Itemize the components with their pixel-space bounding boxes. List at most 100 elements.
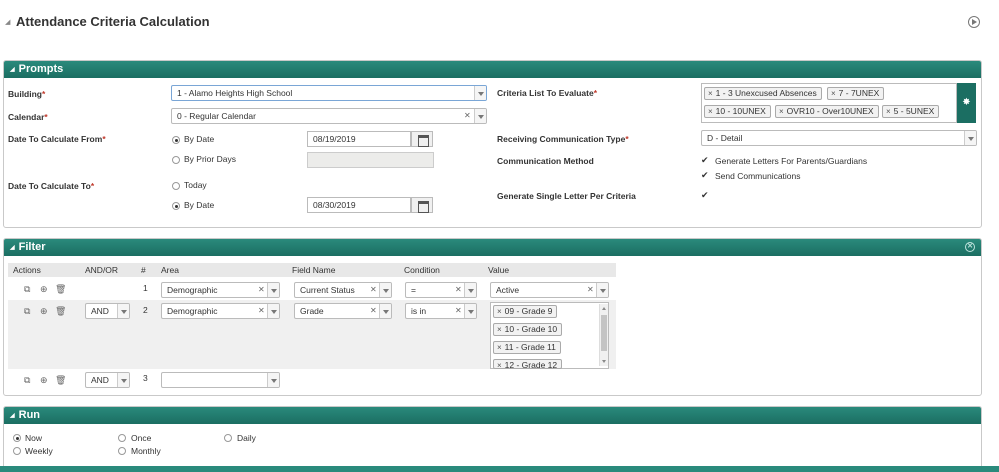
clear-icon[interactable]: ✕ xyxy=(370,283,377,297)
close-icon[interactable]: ✕ xyxy=(965,242,975,252)
field-select[interactable]: Grade ✕ xyxy=(294,303,392,319)
chevron-down-icon[interactable] xyxy=(117,304,129,318)
remove-tag-icon[interactable]: × xyxy=(886,107,891,116)
run-weekly-radio[interactable] xyxy=(13,447,21,455)
remove-tag-icon[interactable]: × xyxy=(497,361,502,368)
trash-icon[interactable]: 🗑 xyxy=(55,306,66,316)
run-daily-radio[interactable] xyxy=(224,434,232,442)
run-once-radio[interactable] xyxy=(118,434,126,442)
receiving-type-label-text: Receiving Communication Type xyxy=(497,134,626,144)
area-select[interactable] xyxy=(161,372,280,388)
receiving-type-label: Receiving Communication Type* xyxy=(497,134,629,144)
clear-icon[interactable]: ✕ xyxy=(455,304,462,318)
chevron-down-icon[interactable] xyxy=(379,283,391,297)
collapse-triangle-icon[interactable]: ◢ xyxy=(5,18,10,26)
area-select[interactable]: Demographic ✕ xyxy=(161,303,280,319)
date-to-today-label: Today xyxy=(184,180,207,190)
generate-letters-checkbox[interactable]: ✔ xyxy=(701,156,709,165)
clear-icon[interactable]: ✕ xyxy=(370,304,377,318)
building-select[interactable]: 1 - Alamo Heights High School xyxy=(171,85,487,101)
column-header-field: Field Name xyxy=(287,263,399,277)
run-header[interactable]: ◢ Run xyxy=(4,407,981,424)
chevron-down-icon[interactable] xyxy=(267,304,279,318)
chevron-down-icon[interactable] xyxy=(964,131,976,145)
date-to-input[interactable]: 08/30/2019 xyxy=(307,197,411,213)
value-tag: × 11 - Grade 11 xyxy=(493,341,561,354)
trash-icon[interactable]: 🗑 xyxy=(55,375,66,385)
andor-select[interactable]: AND xyxy=(85,303,130,319)
required-marker: * xyxy=(102,134,106,144)
prior-days-input[interactable] xyxy=(307,152,434,168)
condition-select[interactable]: = ✕ xyxy=(405,282,477,298)
date-to-by-date-radio[interactable] xyxy=(172,202,180,210)
clear-icon[interactable]: ✕ xyxy=(587,283,594,297)
area-select[interactable]: Demographic ✕ xyxy=(161,282,280,298)
date-to-label: Date To Calculate To* xyxy=(8,181,94,191)
clear-icon[interactable]: ✕ xyxy=(258,304,265,318)
remove-tag-icon[interactable]: × xyxy=(831,89,836,98)
chevron-down-icon[interactable] xyxy=(464,304,476,318)
date-from-input[interactable]: 08/19/2019 xyxy=(307,131,411,147)
scroll-down-icon[interactable] xyxy=(602,360,606,363)
clear-icon[interactable]: ✕ xyxy=(455,283,462,297)
date-from-by-date-radio[interactable] xyxy=(172,136,180,144)
copy-icon[interactable]: ⧉ xyxy=(24,306,30,316)
calendar-icon[interactable] xyxy=(411,131,433,147)
scrollbar-thumb[interactable] xyxy=(601,315,607,351)
chevron-down-icon[interactable] xyxy=(596,283,608,297)
run-monthly-radio[interactable] xyxy=(118,447,126,455)
date-to-today-radio[interactable] xyxy=(172,182,180,190)
trash-icon[interactable]: 🗑 xyxy=(55,284,66,294)
chevron-down-icon[interactable] xyxy=(267,373,279,387)
chevron-down-icon[interactable] xyxy=(474,86,486,100)
copy-icon[interactable]: ⧉ xyxy=(24,375,30,385)
clear-icon[interactable]: ✕ xyxy=(464,109,471,123)
calendar-value: 0 - Regular Calendar xyxy=(177,111,256,121)
collapse-triangle-icon: ◢ xyxy=(10,413,15,419)
add-circle-icon[interactable]: ⊕ xyxy=(40,284,48,294)
required-marker: * xyxy=(90,181,95,191)
remove-tag-icon[interactable]: × xyxy=(497,325,502,334)
field-value: Current Status xyxy=(300,285,355,295)
value-scrollbar[interactable] xyxy=(599,304,608,366)
chevron-down-icon[interactable] xyxy=(117,373,129,387)
field-select[interactable]: Current Status ✕ xyxy=(294,282,392,298)
send-communications-checkbox[interactable]: ✔ xyxy=(701,171,709,180)
calendar-icon[interactable] xyxy=(411,197,433,213)
collapse-triangle-icon: ◢ xyxy=(10,245,15,251)
run-weekly-label: Weekly xyxy=(25,446,53,456)
criteria-settings-button[interactable]: ✸ xyxy=(957,83,976,123)
single-letter-label: Generate Single Letter Per Criteria xyxy=(497,191,636,201)
scroll-up-icon[interactable] xyxy=(602,307,606,310)
receiving-type-select[interactable]: D - Detail xyxy=(701,130,977,146)
prompts-header[interactable]: ◢ Prompts xyxy=(4,61,981,78)
condition-select[interactable]: is in ✕ xyxy=(405,303,477,319)
andor-select[interactable]: AND xyxy=(85,372,130,388)
copy-icon[interactable]: ⧉ xyxy=(24,284,30,294)
filter-header[interactable]: ◢ Filter ✕ xyxy=(4,239,981,256)
gear-icon: ✸ xyxy=(962,97,971,108)
add-circle-icon[interactable]: ⊕ xyxy=(40,306,48,316)
value-select[interactable]: Active ✕ xyxy=(490,282,609,298)
calendar-select[interactable]: 0 - Regular Calendar ✕ xyxy=(171,108,487,124)
remove-tag-icon[interactable]: × xyxy=(497,307,502,316)
run-report-icon[interactable] xyxy=(968,16,980,28)
date-from-prior-days-radio[interactable] xyxy=(172,156,180,164)
run-now-radio[interactable] xyxy=(13,434,21,442)
remove-tag-icon[interactable]: × xyxy=(708,89,713,98)
value-tag-label: 12 - Grade 12 xyxy=(504,360,558,369)
chevron-down-icon[interactable] xyxy=(379,304,391,318)
single-letter-checkbox[interactable]: ✔ xyxy=(701,191,709,200)
row-number: 2 xyxy=(143,305,148,315)
remove-tag-icon[interactable]: × xyxy=(779,107,784,116)
add-circle-icon[interactable]: ⊕ xyxy=(40,375,48,385)
date-to-by-date-label: By Date xyxy=(184,200,215,210)
clear-icon[interactable]: ✕ xyxy=(258,283,265,297)
remove-tag-icon[interactable]: × xyxy=(708,107,713,116)
chevron-down-icon[interactable] xyxy=(267,283,279,297)
chevron-down-icon[interactable] xyxy=(464,283,476,297)
column-header-condition: Condition xyxy=(399,263,483,277)
required-marker: * xyxy=(42,89,46,99)
chevron-down-icon[interactable] xyxy=(474,109,486,123)
remove-tag-icon[interactable]: × xyxy=(497,343,502,352)
